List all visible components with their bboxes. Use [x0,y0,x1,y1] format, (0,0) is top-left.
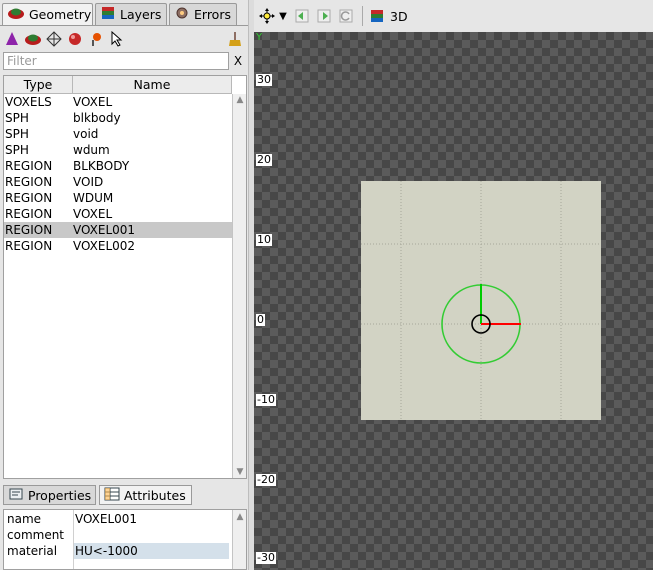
cell-type: REGION [5,191,53,205]
pointer-icon[interactable] [108,30,126,48]
scroll-up-icon[interactable]: ▲ [234,94,246,106]
table-row[interactable]: REGION VOXEL [4,206,232,222]
cell-name: VOXEL [73,95,113,109]
table-row[interactable]: REGION VOXEL001 [4,222,232,238]
cell-name: wdum [73,143,110,157]
cell-type: REGION [5,207,53,221]
object-table: Type Name VOXELS VOXEL SPH blkbody SPH void SP… [3,75,247,479]
cell-name: WDUM [73,191,114,205]
attribute-value[interactable]: HU<-1000 [74,543,229,559]
tab-geometry-label: Geometry [29,7,92,22]
cone-icon[interactable] [3,30,21,48]
attribute-rows: name VOXEL001 comment material HU<-1000 [4,511,232,559]
tab-errors[interactable]: Errors [169,3,237,25]
tab-layers[interactable]: Layers [95,3,167,25]
attribute-value[interactable]: VOXEL001 [74,511,229,527]
body-icon[interactable] [24,30,42,48]
table-row[interactable]: REGION VOID [4,174,232,190]
geometry-icon [7,6,25,23]
toolbar-separator [362,6,363,26]
attribute-key: comment [7,528,65,542]
y-tick-label: 30 [256,73,272,86]
tab-errors-label: Errors [194,7,231,22]
move-icon[interactable] [258,7,276,25]
cell-name: VOXEL001 [73,223,136,237]
geometry-panel: Geometry Layers Errors Filter X Type Nam… [0,0,248,570]
attribute-key: material [7,544,58,558]
attribute-key: name [7,512,42,526]
attribute-column-divider [73,510,74,569]
cell-name: VOID [73,175,104,189]
wireframe-icon[interactable] [45,30,63,48]
cell-type: REGION [5,175,53,189]
tab-layers-label: Layers [120,7,162,22]
material-icon[interactable] [87,30,105,48]
attribute-row-comment[interactable]: comment [4,527,232,543]
reset-view-icon[interactable] [338,7,354,25]
attributes-scrollbar[interactable]: ▲ [232,510,246,569]
attributes-icon [104,487,120,504]
y-tick-label: -10 [256,393,276,406]
tab-strip-divider [0,25,248,26]
y-tick-label: -30 [256,551,276,564]
column-header-type[interactable]: Type [4,76,73,94]
axis-letter-y: Y [256,32,263,43]
cell-type: SPH [5,143,29,157]
cell-name: BLKBODY [73,159,130,173]
cell-type: SPH [5,111,29,125]
cell-name: void [73,127,99,141]
forward-icon[interactable] [316,7,332,25]
y-tick-label: -20 [256,473,276,486]
tab-attributes-label: Attributes [124,487,186,503]
attribute-row-material[interactable]: material HU<-1000 [4,543,232,559]
view-3d-icon[interactable] [368,7,386,25]
view-mode-label[interactable]: 3D [390,7,408,25]
broom-icon[interactable] [226,30,244,48]
layers-icon [100,6,116,23]
cell-type: REGION [5,239,53,253]
tab-properties-label: Properties [28,487,92,503]
tab-attributes[interactable]: Attributes [99,485,192,505]
table-row[interactable]: REGION VOXEL002 [4,238,232,254]
table-row[interactable]: SPH void [4,126,232,142]
viewport-canvas[interactable]: Y 30 20 10 0 -10 -20 -30 [254,32,653,570]
geometry-toolbar [3,29,126,49]
table-row[interactable]: SPH wdum [4,142,232,158]
table-row[interactable]: REGION WDUM [4,190,232,206]
filter-clear-button[interactable]: X [230,52,246,70]
back-icon[interactable] [294,7,310,25]
object-table-scrollbar[interactable]: ▲ ▼ [232,94,246,478]
cell-type: VOXELS [5,95,52,109]
y-tick-label: 10 [256,233,272,246]
cell-type: SPH [5,127,29,141]
y-tick-label: 20 [256,153,272,166]
cell-type: REGION [5,159,53,173]
y-tick-label: 0 [256,313,265,326]
object-rows: VOXELS VOXEL SPH blkbody SPH void SPH wdum REGIO… [4,94,232,254]
cell-name: blkbody [73,111,121,125]
cell-name: VOXEL [73,207,113,221]
filter-input[interactable] [3,52,229,70]
cell-type: REGION [5,223,53,237]
column-header-name[interactable]: Name [73,76,232,94]
sphere-icon[interactable] [66,30,84,48]
scroll-up-icon[interactable]: ▲ [234,511,246,523]
errors-icon [174,6,190,23]
tab-geometry[interactable]: Geometry [2,3,93,25]
scroll-down-icon[interactable]: ▼ [234,466,246,478]
table-row[interactable]: VOXELS VOXEL [4,94,232,110]
viewport-toolbar: ▼ 3D [254,0,653,32]
tab-properties[interactable]: Properties [3,485,96,505]
attribute-row-name[interactable]: name VOXEL001 [4,511,232,527]
viewport-scene [361,181,601,420]
properties-icon [8,487,24,504]
move-dropdown-icon[interactable]: ▼ [278,7,288,25]
attributes-table: name VOXEL001 comment material HU<-1000 … [3,509,247,570]
table-row[interactable]: REGION BLKBODY [4,158,232,174]
cell-name: VOXEL002 [73,239,136,253]
table-row[interactable]: SPH blkbody [4,110,232,126]
